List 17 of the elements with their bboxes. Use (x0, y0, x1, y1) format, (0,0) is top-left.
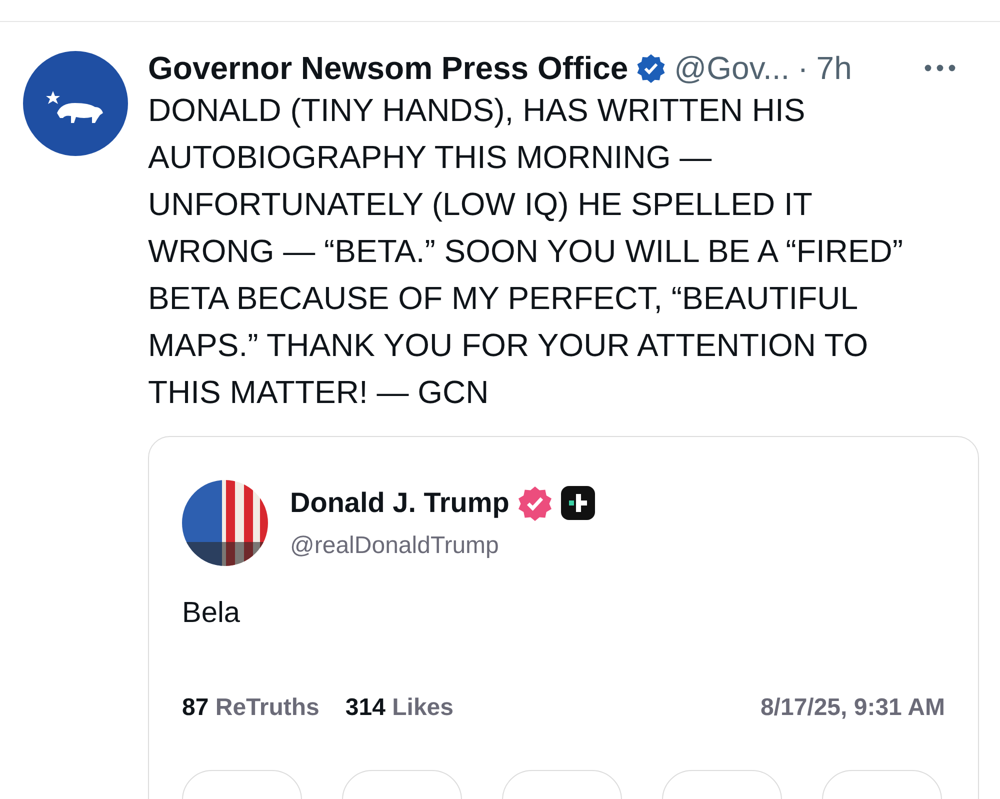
verified-badge-icon (636, 53, 666, 83)
engagement-stat[interactable]: 87 ReTruths (182, 690, 320, 726)
post-text: DONALD (TINY HANDS), HAS WRITTEN HIS AUTOBIOGRAPHY THIS MORNING — UNFORTUNATELY (LOW IQ) HE SPELLED IT WRONG — “BETA.” SOON YOU WILL BE A “FIRED” BETA BECAUSE OF MY PERFECT, “BEAUTIFUL MAPS.” THANK YOU FOR YOUR ATTENTION TO THIS MATTER! — GCN (148, 91, 904, 412)
plus-badge-icon (561, 486, 596, 520)
verified-badge-icon (517, 485, 554, 521)
quoted-post-text: Bela (182, 596, 242, 631)
more-icon[interactable] (924, 64, 956, 72)
author-name[interactable]: Governor Newsom Press Office (148, 52, 628, 84)
post-date: 8/17/25, 9:31 AM (760, 692, 945, 722)
separator: · (798, 52, 808, 84)
quoted-author-name[interactable]: Donald J. Trump (290, 482, 510, 524)
quoted-author-handle[interactable]: @realDonaldTrump (290, 528, 596, 564)
avatar-icon[interactable] (23, 51, 128, 156)
author-handle[interactable]: @Gov... (674, 52, 790, 84)
quoted-post-card[interactable]: Donald J. Trump @realDonaldTrump Bela 87 ReTruths 314 Likes 8/17/25, 9:31 AM (148, 436, 979, 799)
post-time[interactable]: 7h (816, 52, 852, 84)
engagement-stat[interactable]: 314 Likes (345, 690, 454, 726)
